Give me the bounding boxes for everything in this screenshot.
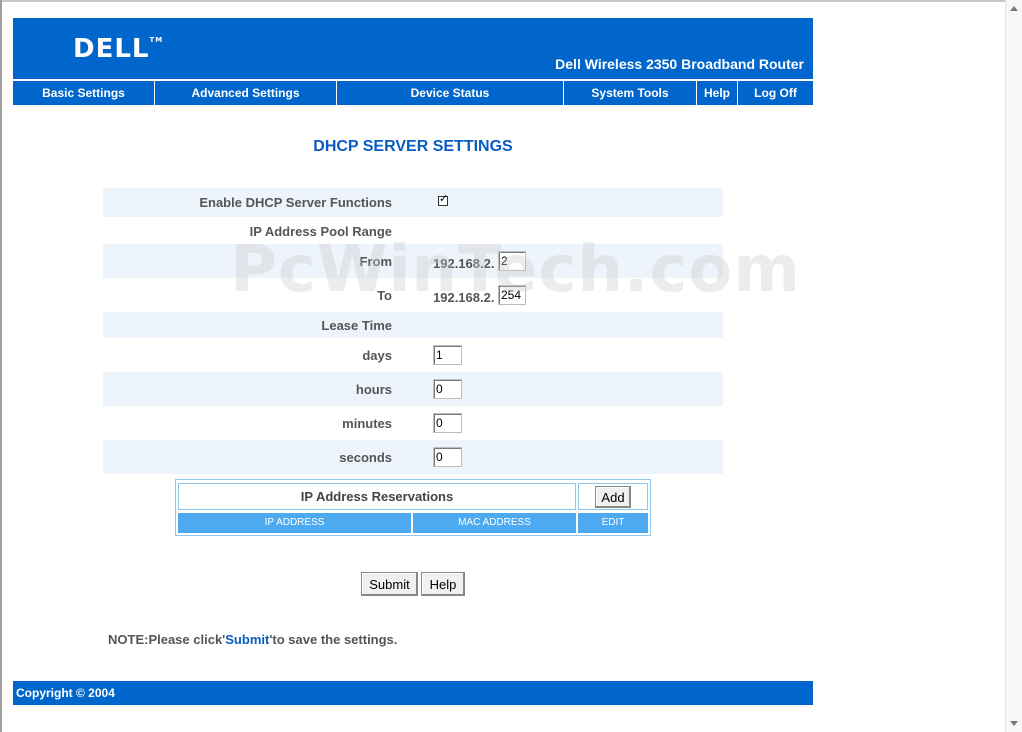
- dell-logo-text: DELL: [73, 34, 150, 64]
- product-name: Dell Wireless 2350 Broadband Router: [555, 56, 804, 72]
- note-suffix: 'to save the settings.: [269, 632, 398, 647]
- pool-to-row: To 192.168.2.: [103, 278, 723, 312]
- nav-device-status[interactable]: Device Status: [337, 81, 564, 105]
- to-ip-input[interactable]: [498, 285, 526, 305]
- minutes-input[interactable]: [433, 413, 462, 433]
- ip-reservations-title: IP Address Reservations: [178, 483, 576, 510]
- nav-system-tools[interactable]: System Tools: [564, 81, 697, 105]
- dell-logo: DELLTM: [73, 34, 163, 64]
- from-label: From: [359, 254, 393, 269]
- ip-reservations-table: IP Address Reservations Add IP ADDRESS M…: [175, 479, 651, 536]
- trademark-mark: TM: [149, 36, 164, 44]
- column-edit: EDIT: [578, 513, 648, 533]
- from-ip-input[interactable]: [498, 251, 526, 271]
- column-mac-address: MAC ADDRESS: [413, 513, 576, 533]
- minutes-label: minutes: [342, 416, 392, 431]
- lease-seconds-row: seconds: [103, 440, 723, 474]
- submit-button[interactable]: Submit: [361, 572, 418, 596]
- pool-from-row: From 192.168.2.: [103, 244, 723, 278]
- main-nav: Basic Settings Advanced Settings Device …: [13, 81, 813, 105]
- note-prefix: NOTE:Please click': [108, 632, 226, 647]
- nav-basic-settings[interactable]: Basic Settings: [13, 81, 155, 105]
- nav-help[interactable]: Help: [697, 81, 738, 105]
- seconds-input[interactable]: [433, 447, 462, 467]
- lease-minutes-row: minutes: [103, 406, 723, 440]
- enable-dhcp-row: Enable DHCP Server Functions ✓: [103, 188, 723, 217]
- lease-time-label: Lease Time: [321, 318, 392, 333]
- from-ip-prefix: 192.168.2.: [433, 256, 495, 271]
- days-input[interactable]: [433, 345, 462, 365]
- note-submit-link[interactable]: Submit: [225, 632, 269, 647]
- browser-frame-top: [0, 0, 1022, 2]
- scroll-up-arrow-icon[interactable]: [1010, 6, 1018, 11]
- to-label: To: [377, 288, 392, 303]
- nav-advanced-settings[interactable]: Advanced Settings: [155, 81, 337, 105]
- scroll-down-arrow-icon[interactable]: [1010, 721, 1018, 726]
- page-title: DHCP SERVER SETTINGS: [313, 138, 513, 155]
- add-reservation-button[interactable]: Add: [595, 486, 631, 508]
- vertical-scrollbar[interactable]: [1005, 0, 1022, 732]
- lease-hours-row: hours: [103, 372, 723, 406]
- enable-dhcp-checkbox[interactable]: ✓: [438, 193, 449, 206]
- seconds-label: seconds: [339, 450, 392, 465]
- enable-dhcp-label: Enable DHCP Server Functions: [199, 195, 392, 210]
- hours-label: hours: [355, 382, 392, 397]
- ip-pool-label: IP Address Pool Range: [249, 224, 392, 239]
- lease-time-row: Lease Time: [103, 312, 723, 338]
- copyright-footer: Copyright © 2004: [13, 681, 813, 705]
- nav-log-off[interactable]: Log Off: [738, 81, 813, 105]
- hours-input[interactable]: [433, 379, 462, 399]
- save-note: NOTE:Please click'Submit'to save the set…: [108, 632, 397, 647]
- help-button[interactable]: Help: [421, 572, 465, 596]
- ip-pool-row: IP Address Pool Range: [103, 217, 723, 244]
- browser-frame-left: [0, 0, 2, 732]
- add-cell: Add: [578, 483, 648, 510]
- column-ip-address: IP ADDRESS: [178, 513, 411, 533]
- router-header: DELLTM Dell Wireless 2350 Broadband Rout…: [13, 18, 813, 79]
- checkmark-icon: ✓: [439, 193, 449, 205]
- to-ip-prefix: 192.168.2.: [433, 290, 495, 305]
- lease-days-row: days: [103, 338, 723, 372]
- days-label: days: [362, 348, 392, 363]
